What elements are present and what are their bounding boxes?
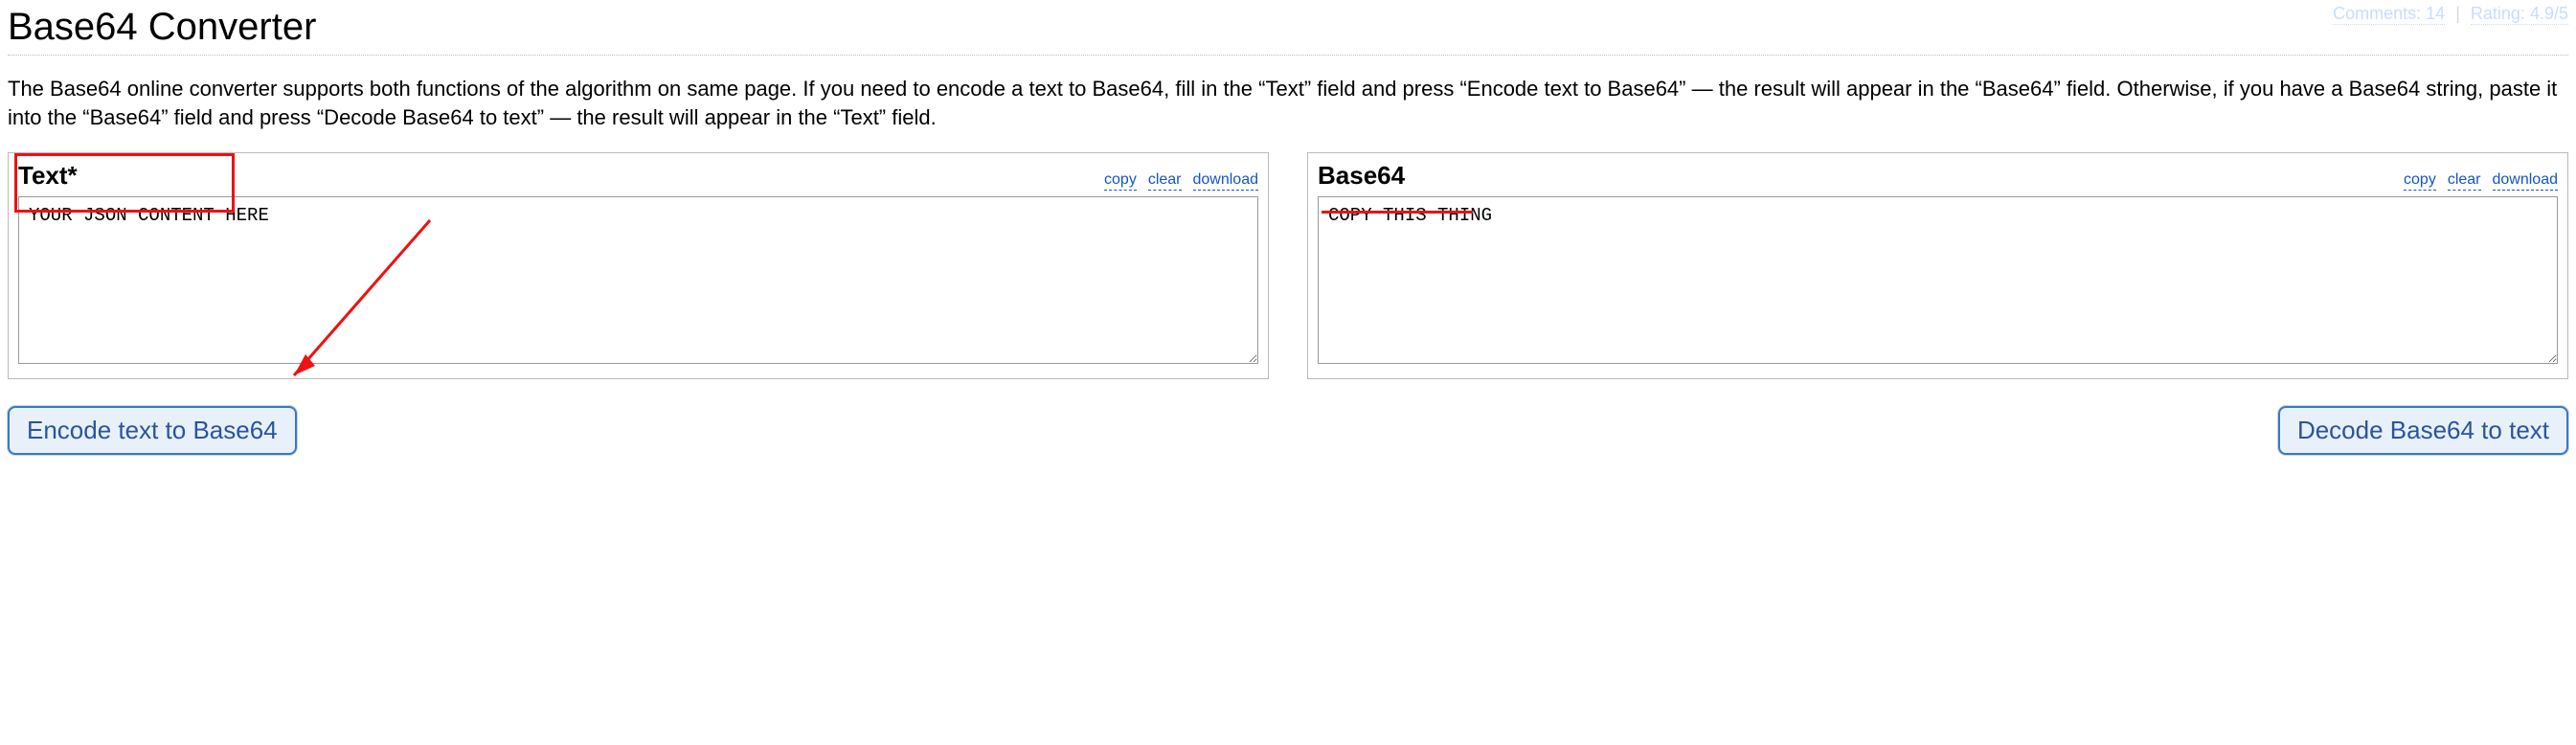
description-text: The Base64 online converter supports bot…: [8, 75, 2568, 131]
page-title: Base64 Converter: [8, 6, 2568, 49]
divider: [8, 55, 2568, 56]
base64-download-link[interactable]: download: [2493, 171, 2559, 191]
text-download-link[interactable]: download: [1193, 171, 1259, 191]
rating-link[interactable]: Rating: 4.9/5: [2471, 4, 2568, 25]
panels-row: Text* copy clear download Base64 copy cl…: [8, 152, 2568, 379]
meta-separator: |: [2455, 4, 2460, 23]
text-panel-title: Text*: [18, 161, 78, 191]
encode-button[interactable]: Encode text to Base64: [8, 406, 297, 455]
base64-input[interactable]: [1318, 196, 2558, 364]
base64-clear-link[interactable]: clear: [2448, 171, 2481, 191]
meta-links: Comments: 14 | Rating: 4.9/5: [2333, 4, 2568, 24]
text-panel: Text* copy clear download: [8, 152, 1269, 379]
base64-panel: Base64 copy clear download: [1307, 152, 2568, 379]
decode-button[interactable]: Decode Base64 to text: [2278, 406, 2568, 455]
text-copy-link[interactable]: copy: [1104, 171, 1137, 191]
text-clear-link[interactable]: clear: [1148, 171, 1182, 191]
text-input[interactable]: [18, 196, 1258, 364]
base64-panel-title: Base64: [1318, 161, 1405, 191]
buttons-row: Encode text to Base64 Decode Base64 to t…: [8, 406, 2568, 455]
comments-link[interactable]: Comments: 14: [2333, 4, 2445, 25]
base64-copy-link[interactable]: copy: [2404, 171, 2436, 191]
